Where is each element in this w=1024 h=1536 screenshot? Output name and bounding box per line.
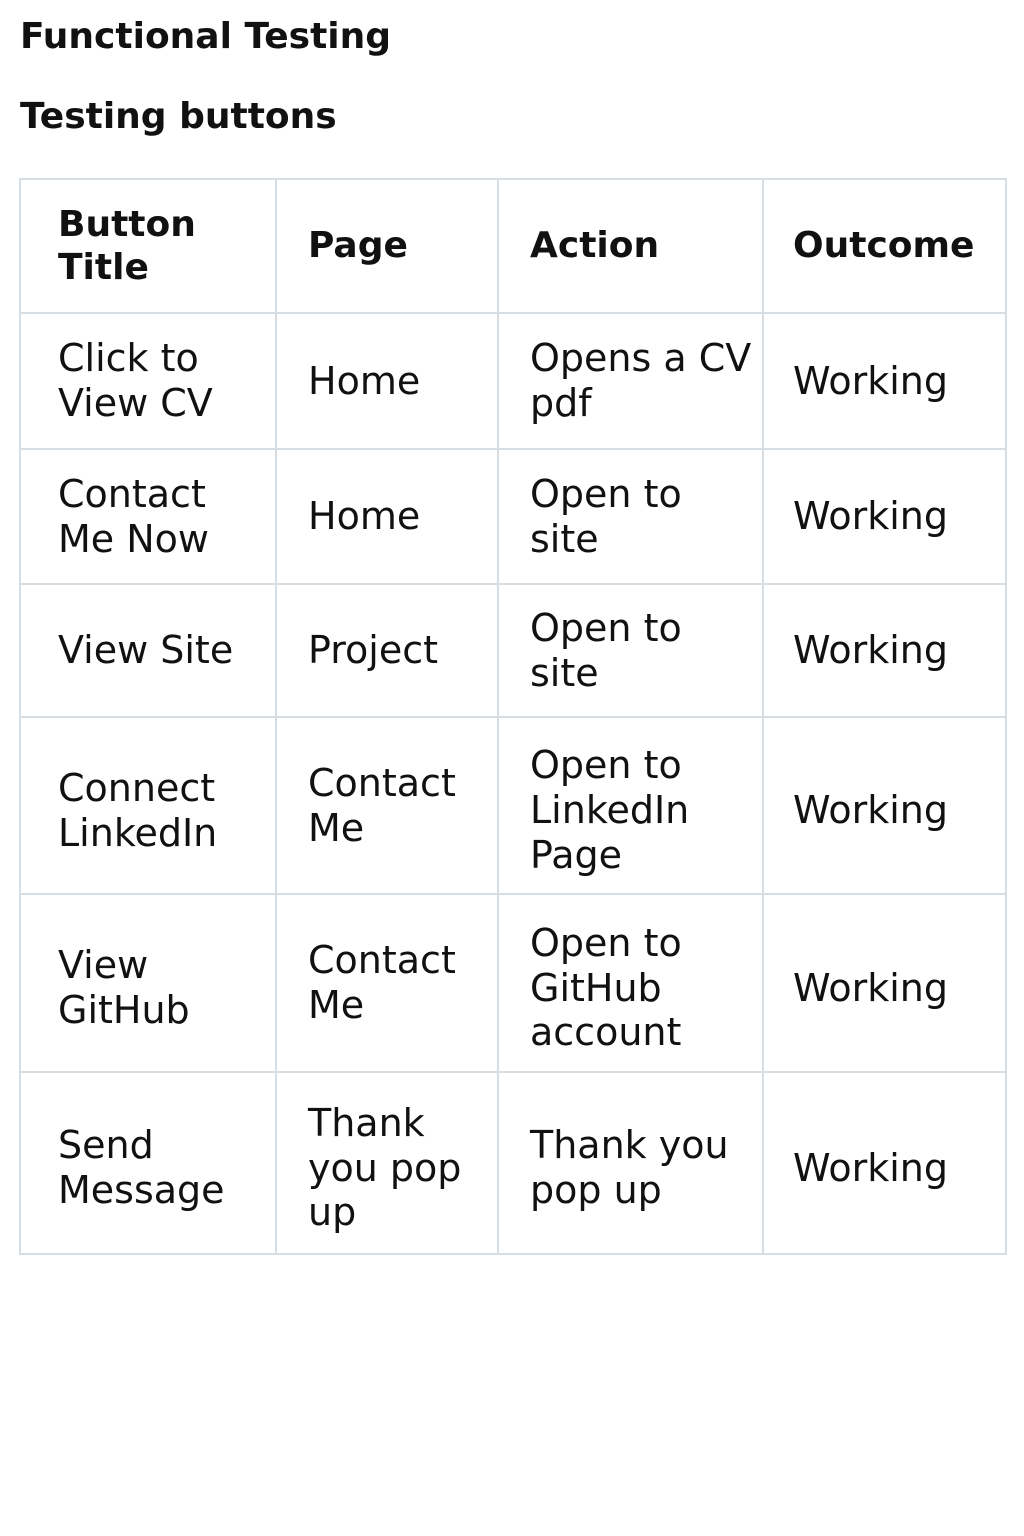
button-title-cell: Contact Me Now xyxy=(19,448,277,585)
table-row: Connect LinkedIn Contact Me Open to Link… xyxy=(19,716,1007,895)
section-heading: Testing buttons xyxy=(20,96,337,137)
header-row: Button Title Page Action Outcome xyxy=(19,178,1007,314)
button-testing-table: Button Title Page Action Outcome Click t… xyxy=(19,178,1007,1255)
table-row: Contact Me Now Home Open to site Working xyxy=(19,448,1007,585)
action-cell: Open to site xyxy=(497,583,764,718)
page-cell: Project xyxy=(275,583,499,718)
page-cell: Contact Me xyxy=(275,893,499,1073)
action-cell: Thank you pop up xyxy=(497,1071,764,1255)
outcome-cell: Working xyxy=(762,716,1007,895)
page-cell: Home xyxy=(275,448,499,585)
action-cell: Opens a CV pdf xyxy=(497,312,764,450)
outcome-cell: Working xyxy=(762,893,1007,1073)
page-cell: Thank you pop up xyxy=(275,1071,499,1255)
action-cell: Open to LinkedIn Page xyxy=(497,716,764,895)
table-row: View Site Project Open to site Working xyxy=(19,583,1007,718)
outcome-cell: Working xyxy=(762,312,1007,450)
action-cell: Open to site xyxy=(497,448,764,585)
button-title-cell: View Site xyxy=(19,583,277,718)
button-title-cell: View GitHub xyxy=(19,893,277,1073)
table-row: Click to View CV Home Opens a CV pdf Wor… xyxy=(19,312,1007,450)
page-cell: Contact Me xyxy=(275,716,499,895)
table-body: Click to View CV Home Opens a CV pdf Wor… xyxy=(19,312,1007,1255)
table-header: Button Title Page Action Outcome xyxy=(19,178,1007,314)
column-header-page: Page xyxy=(275,178,499,314)
outcome-cell: Working xyxy=(762,448,1007,585)
button-title-cell: Click to View CV xyxy=(19,312,277,450)
button-title-cell: Connect LinkedIn xyxy=(19,716,277,895)
outcome-cell: Working xyxy=(762,1071,1007,1255)
button-title-cell: Send Message xyxy=(19,1071,277,1255)
column-header-outcome: Outcome xyxy=(762,178,1007,314)
table-row: View GitHub Contact Me Open to GitHub ac… xyxy=(19,893,1007,1073)
action-cell: Open to GitHub account xyxy=(497,893,764,1073)
column-header-button-title: Button Title xyxy=(19,178,277,314)
page-title: Functional Testing xyxy=(20,16,392,57)
table-row: Send Message Thank you pop up Thank you … xyxy=(19,1071,1007,1255)
column-header-action: Action xyxy=(497,178,764,314)
outcome-cell: Working xyxy=(762,583,1007,718)
page-cell: Home xyxy=(275,312,499,450)
